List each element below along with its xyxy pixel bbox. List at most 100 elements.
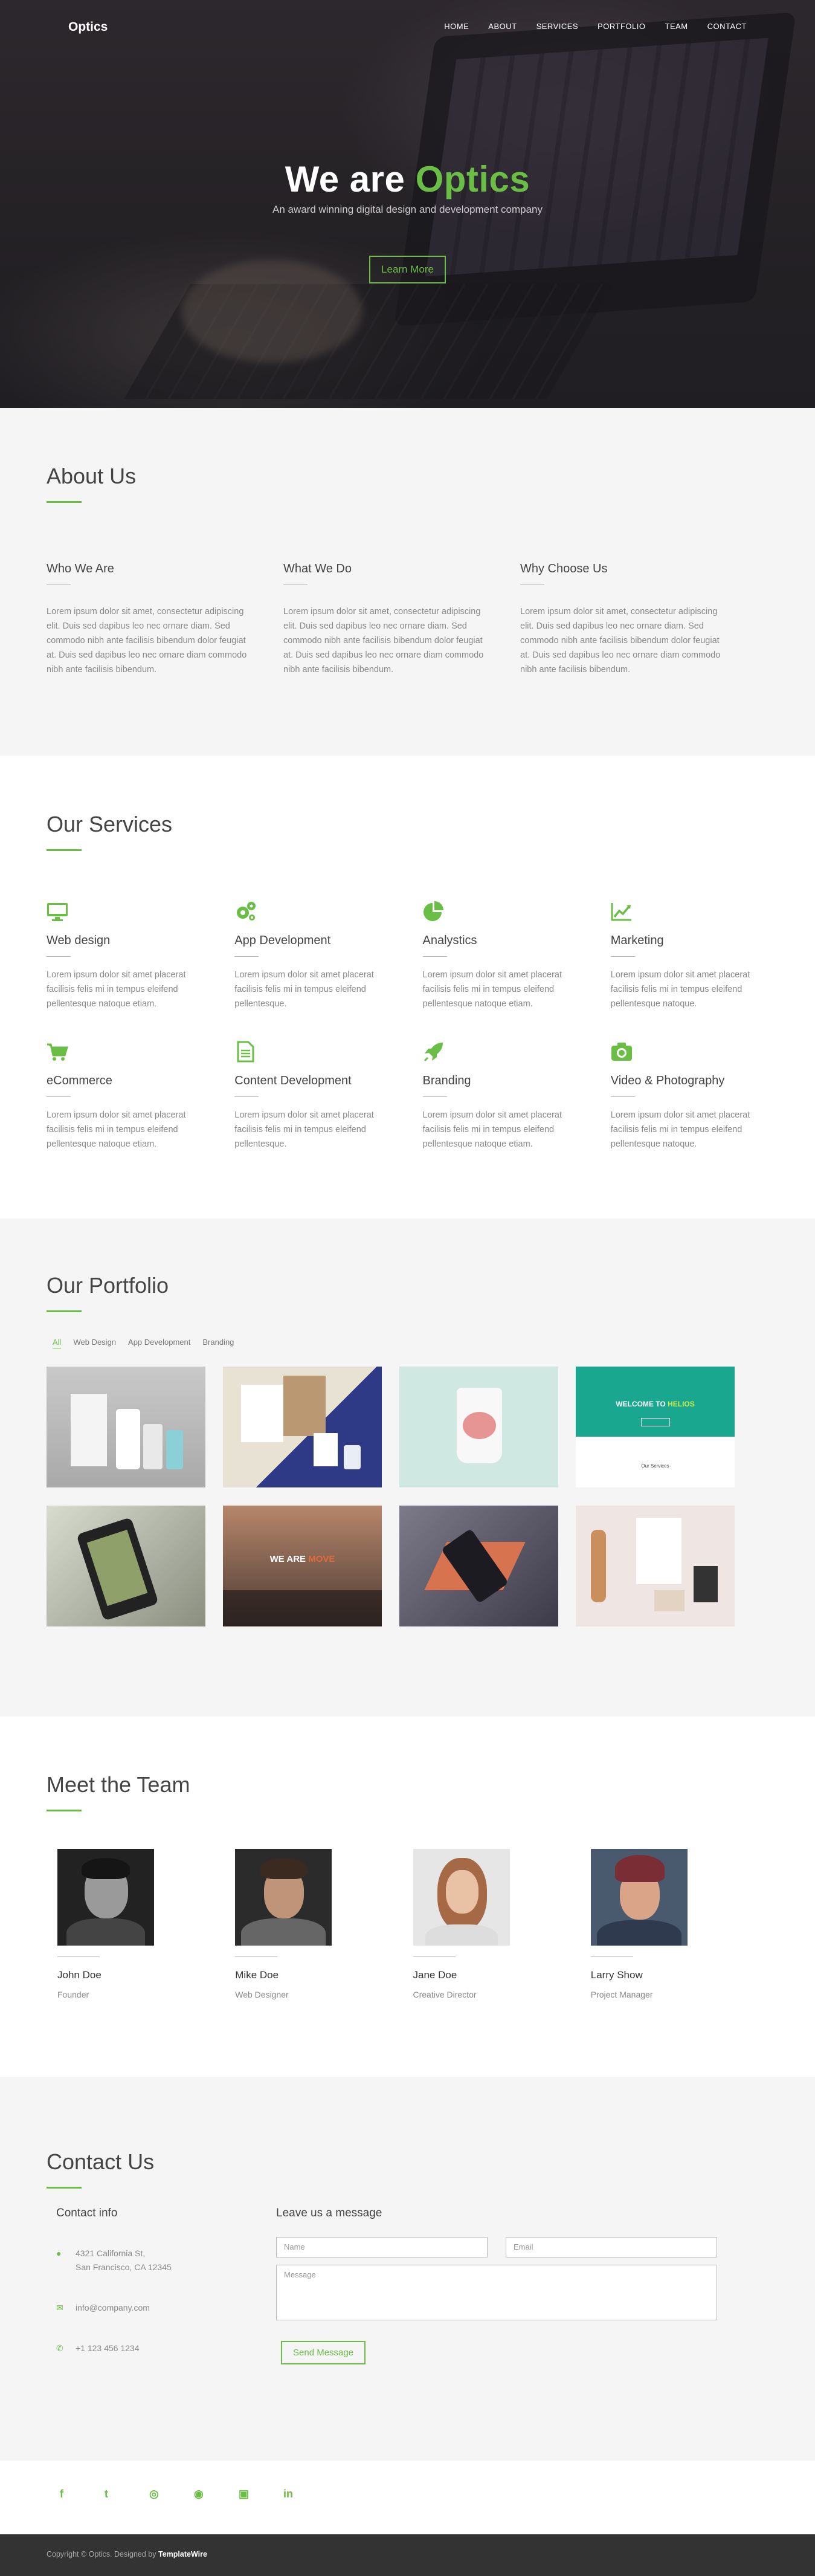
camera-icon [611,1043,632,1061]
address-line: 4321 California St, [76,2248,146,2258]
twitter-icon[interactable]: t [105,2488,149,2500]
service-name: eCommerce [47,1074,112,1087]
social-bar: f t ◎ ◉ ▣ in [0,2461,815,2534]
send-message-button[interactable]: Send Message [281,2341,366,2364]
title-underline [47,501,82,503]
brand-logo[interactable]: Optics [68,20,108,34]
services-section: Our Services Web design Lorem ipsum dolo… [0,756,815,1218]
title-underline [47,849,82,851]
member-name: Mike Doe [235,1969,279,1981]
portfolio-item[interactable] [223,1367,382,1487]
about-column: What We Do Lorem ipsum dolor sit amet, c… [283,562,492,677]
linkedin-icon[interactable]: in [283,2488,328,2500]
team-title: Meet the Team [47,1772,190,1797]
hero-subtitle: An award winning digital design and deve… [272,204,543,215]
pie-chart-icon [423,901,443,921]
nav-services[interactable]: SERVICES [536,22,579,31]
nav-home[interactable]: HOME [444,22,469,31]
service-item: Video & Photography Lorem ipsum dolor si… [610,1041,768,1149]
service-text: Lorem ipsum dolor sit amet placerat faci… [234,1110,374,1149]
about-column-text: Lorem ipsum dolor sit amet, consectetur … [47,607,247,675]
portfolio-title: Our Portfolio [47,1273,169,1298]
avatar [57,1849,154,1946]
instagram-icon[interactable]: ▣ [239,2488,283,2500]
about-column: Who We Are Lorem ipsum dolor sit amet, c… [47,562,255,677]
service-text: Lorem ipsum dolor sit amet placerat faci… [47,1110,186,1149]
contact-title: Contact Us [47,2149,155,2174]
contact-phone[interactable]: +1 123 456 1234 [76,2341,140,2355]
about-column-text: Lorem ipsum dolor sit amet, consectetur … [520,607,721,675]
service-name: Content Development [234,1074,352,1087]
contact-info-title: Contact info [56,2207,118,2219]
member-name: Larry Show [590,1969,643,1981]
contact-section: Contact Us Contact info ● 4321 Californi… [0,2077,815,2461]
team-member: Mike Doe Web Designer [235,1849,332,1999]
phone-icon: ✆ [56,2343,63,2353]
thumb-heading-accent: MOVE [308,1554,335,1564]
service-name: App Development [234,934,331,947]
contact-form: Leave us a message Name Email Message Se… [276,2207,717,2364]
dribbble-icon[interactable]: ◎ [149,2488,194,2500]
service-text: Lorem ipsum dolor sit amet placerat faci… [422,1110,562,1149]
service-name: Web design [47,934,111,947]
contact-email[interactable]: info@company.com [76,2301,150,2315]
service-name: Branding [422,1074,471,1087]
member-name: Jane Doe [413,1969,457,1981]
hero-title-prefix: We are [285,159,405,199]
portfolio-filters: All Web Design App Development Branding [47,1338,768,1348]
team-member: Larry Show Project Manager [590,1849,688,1999]
github-icon[interactable]: ◉ [194,2488,239,2500]
filter-all[interactable]: All [53,1338,62,1348]
member-name: John Doe [57,1969,101,1981]
title-underline [47,1810,82,1811]
filter-app-development[interactable]: App Development [128,1338,190,1348]
service-item: Content Development Lorem ipsum dolor si… [234,1041,392,1149]
thumb-heading-prefix: WELCOME TO [616,1400,666,1408]
about-title: About Us [47,464,137,488]
top-navbar: Optics HOME ABOUT SERVICES PORTFOLIO TEA… [0,0,815,54]
about-section: About Us Who We Are Lorem ipsum dolor si… [0,408,815,756]
designer-link[interactable]: TemplateWire [158,2550,207,2558]
about-column-heading: Why Choose Us [520,562,608,575]
facebook-icon[interactable]: f [60,2488,105,2500]
service-item: Analystics Lorem ipsum dolor sit amet pl… [422,901,581,1009]
filter-branding[interactable]: Branding [202,1338,234,1348]
team-member: Jane Doe Creative Director [413,1849,510,1999]
portfolio-item[interactable] [399,1506,558,1626]
filter-web-design[interactable]: Web Design [73,1338,116,1348]
about-column: Why Choose Us Lorem ipsum dolor sit amet… [520,562,729,677]
nav-contact[interactable]: CONTACT [707,22,747,31]
team-member: John Doe Founder [57,1849,154,1999]
address-line: San Francisco, CA 12345 [76,2262,172,2272]
member-role: Web Designer [235,1990,289,1999]
message-field[interactable]: Message [276,2265,717,2320]
service-item: eCommerce Lorem ipsum dolor sit amet pla… [47,1041,204,1149]
portfolio-item[interactable] [576,1506,735,1626]
about-column-heading: Who We Are [47,562,114,575]
rocket-icon [424,1043,443,1062]
name-field[interactable]: Name [276,2237,488,2257]
service-item: Marketing Lorem ipsum dolor sit amet pla… [610,901,768,1009]
cart-icon [47,1043,69,1061]
envelope-icon: ✉ [56,2303,63,2312]
portfolio-item[interactable] [47,1506,205,1626]
nav-portfolio[interactable]: PORTFOLIO [598,22,645,31]
member-role: Founder [57,1990,89,1999]
nav-team[interactable]: TEAM [665,22,688,31]
phone-row: ✆ +1 123 456 1234 [56,2341,276,2355]
avatar [413,1849,510,1946]
portfolio-item[interactable]: WE ARE MOVE [223,1506,382,1626]
avatar [235,1849,332,1946]
portfolio-item[interactable] [399,1367,558,1487]
service-text: Lorem ipsum dolor sit amet placerat faci… [47,970,186,1009]
email-field[interactable]: Email [506,2237,717,2257]
nav-about[interactable]: ABOUT [488,22,517,31]
portfolio-item[interactable]: WELCOME TO HELIOS Our Services [576,1367,735,1487]
line-chart-icon [611,903,631,921]
portfolio-item[interactable] [47,1367,205,1487]
main-menu: HOME ABOUT SERVICES PORTFOLIO TEAM CONTA… [425,22,747,31]
avatar [590,1849,688,1946]
desktop-icon [47,903,68,921]
learn-more-button[interactable]: Learn More [369,256,446,283]
footer: Copyright © Optics. Designed by Template… [0,2534,815,2576]
